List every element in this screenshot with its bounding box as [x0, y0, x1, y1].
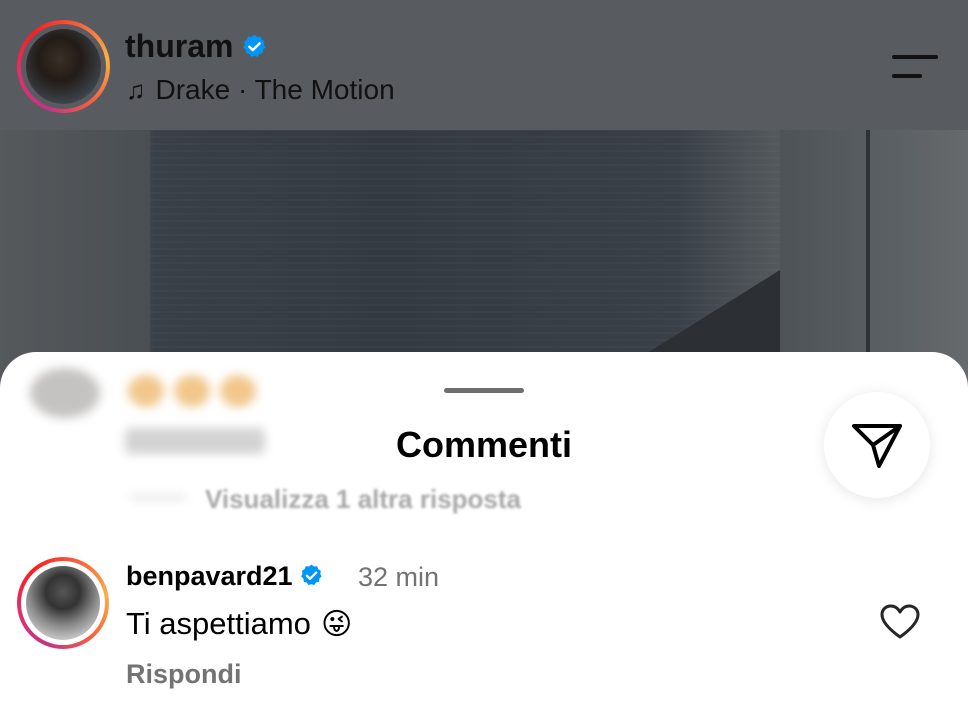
story-username[interactable]: thuram: [125, 28, 268, 65]
heart-icon[interactable]: [880, 604, 920, 640]
music-title: Drake · The Motion: [155, 74, 395, 105]
sheet-title: Commenti: [395, 424, 572, 465]
music-note-icon: ♫: [126, 75, 146, 105]
username-label: thuram: [125, 28, 234, 64]
comment-avatar[interactable]: [17, 557, 109, 649]
story-avatar[interactable]: [17, 20, 110, 113]
story-header: thuram ♫ Drake · The Motion: [0, 0, 968, 130]
view-more-divider: [130, 496, 185, 499]
wink-tongue-emoji: 😜: [320, 607, 353, 642]
comment-username[interactable]: benpavard21: [126, 561, 324, 592]
view-more-replies[interactable]: Visualizza 1 altra risposta: [205, 484, 521, 515]
comment-body: Ti aspettiamo: [126, 606, 311, 641]
menu-icon[interactable]: [890, 52, 940, 82]
verified-badge-icon: [243, 34, 266, 57]
verified-badge-icon: [300, 564, 322, 586]
sheet-grabber[interactable]: [444, 388, 524, 393]
story-photo: [0, 130, 968, 390]
share-send-icon: [852, 424, 902, 468]
blurred-emojis: [128, 375, 273, 415]
music-label[interactable]: ♫ Drake · The Motion: [126, 74, 395, 106]
reply-button[interactable]: Rispondi: [126, 659, 242, 690]
avatar-photo: [26, 29, 101, 104]
avatar-photo: [26, 566, 100, 640]
comment-username-label: benpavard21: [126, 561, 293, 591]
comment-timestamp: 32 min: [358, 562, 440, 592]
comment-text: Ti aspettiamo 😜: [126, 606, 352, 642]
share-button[interactable]: [824, 392, 930, 498]
blurred-avatar: [30, 368, 100, 418]
